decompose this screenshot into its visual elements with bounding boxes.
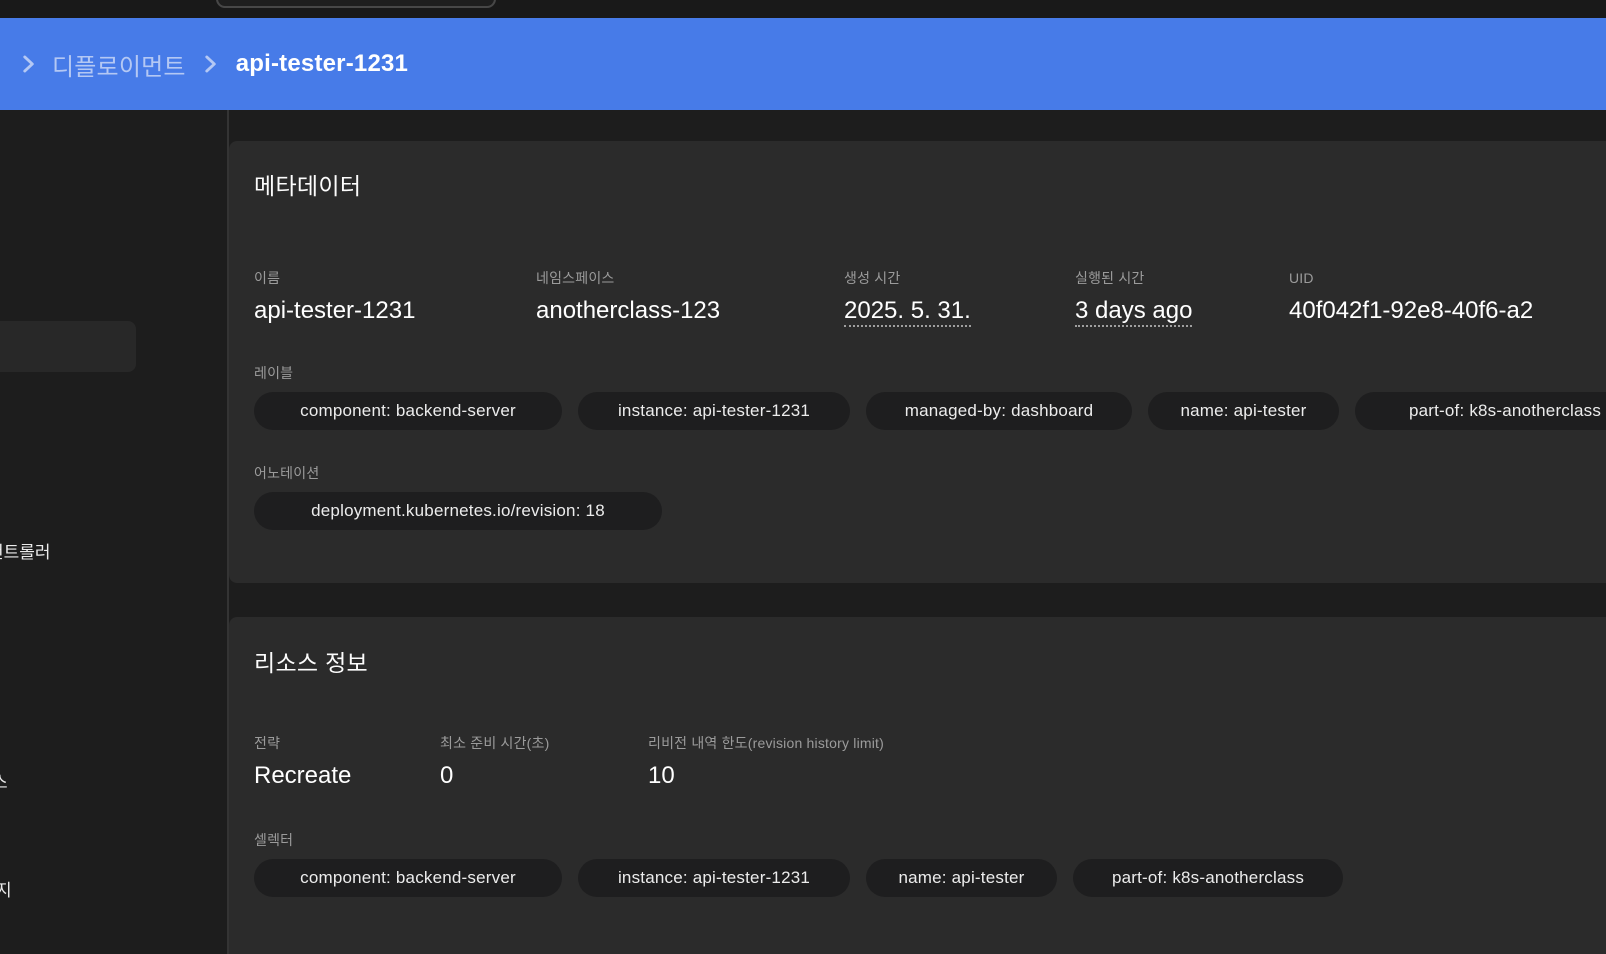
field-namespace: 네임스페이스 anotherclass-123 (536, 269, 844, 326)
resource-info-card: 리소스 정보 전략 Recreate 최소 준비 시간(초) 0 리비전 내역 … (229, 617, 1606, 954)
field-label: 생성 시간 (844, 270, 901, 286)
field-min-ready-seconds: 최소 준비 시간(초) 0 (440, 734, 648, 791)
label-chip: component: backend-server (254, 392, 562, 430)
field-value: 10 (648, 762, 675, 789)
field-creation-time: 생성 시간 2025. 5. 31. (844, 269, 1075, 327)
breadcrumb: 디플로이먼트 api-tester-1231 (0, 18, 1606, 110)
field-label: 전략 (254, 735, 281, 751)
label-chip: name: api-tester (1148, 392, 1339, 430)
selector-chip: component: backend-server (254, 859, 562, 897)
field-label: 리비전 내역 한도(revision history limit) (648, 735, 885, 751)
sidebar-item-storage[interactable]: 지 (0, 876, 12, 901)
top-toolbar-strip (0, 0, 1606, 18)
field-label: 최소 준비 시간(초) (440, 735, 550, 751)
annotation-chip: deployment.kubernetes.io/revision: 18 (254, 492, 662, 530)
field-label: 이름 (254, 270, 281, 286)
field-value: anotherclass-123 (536, 297, 721, 324)
selector-chip: part-of: k8s-anotherclass (1073, 859, 1343, 897)
field-value: 0 (440, 762, 454, 789)
selector-chip-row: component: backend-server instance: api-… (254, 859, 1606, 897)
search-input[interactable] (216, 0, 496, 8)
age-tooltip-value[interactable]: 3 days ago (1075, 297, 1193, 327)
field-strategy: 전략 Recreate (254, 734, 440, 791)
annotations-chip-row: deployment.kubernetes.io/revision: 18 (254, 492, 1606, 530)
chevron-right-icon (23, 55, 34, 73)
selector-chip: name: api-tester (866, 859, 1057, 897)
creation-time-tooltip-value[interactable]: 2025. 5. 31. (844, 297, 971, 327)
field-label: UID (1289, 270, 1314, 286)
field-label: 실행된 시간 (1075, 270, 1145, 286)
label-chip: managed-by: dashboard (866, 392, 1132, 430)
label-chip: part-of: k8s-anotherclass (1355, 392, 1606, 430)
label-chip: instance: api-tester-1231 (578, 392, 850, 430)
annotations-section-label: 어노테이션 (254, 465, 320, 481)
field-value: 40f042f1-92e8-40f6-a2 (1289, 297, 1534, 324)
selector-section-label: 셀렉터 (254, 832, 294, 848)
field-age: 실행된 시간 3 days ago (1075, 269, 1289, 327)
selector-chip: instance: api-tester-1231 (578, 859, 850, 897)
metadata-card-title: 메타데이터 (254, 173, 362, 199)
breadcrumb-link-deployments[interactable]: 디플로이먼트 (52, 47, 186, 82)
field-uid: UID 40f042f1-92e8-40f6-a2 (1289, 269, 1606, 326)
field-value: api-tester-1231 (254, 297, 416, 324)
sidebar-selected-item[interactable] (0, 321, 136, 372)
metadata-fields: 이름 api-tester-1231 네임스페이스 anotherclass-1… (254, 269, 1606, 327)
labels-section-label: 레이블 (254, 365, 294, 381)
metadata-card: 메타데이터 이름 api-tester-1231 네임스페이스 anotherc… (229, 141, 1606, 583)
resource-card-title: 리소스 정보 (254, 650, 368, 676)
field-name: 이름 api-tester-1231 (254, 269, 536, 326)
sidebar: 컨트롤러 스 지 (0, 110, 227, 954)
field-revision-history-limit: 리비전 내역 한도(revision history limit) 10 (648, 734, 1606, 791)
labels-chip-row: component: backend-server instance: api-… (254, 392, 1606, 430)
breadcrumb-current-page: api-tester-1231 (235, 50, 409, 77)
resource-fields: 전략 Recreate 최소 준비 시간(초) 0 리비전 내역 한도(revi… (254, 734, 1606, 791)
chevron-right-icon (205, 55, 216, 73)
sidebar-item-controller[interactable]: 컨트롤러 (0, 538, 51, 563)
field-value: Recreate (254, 762, 352, 789)
field-label: 네임스페이스 (536, 270, 615, 286)
sidebar-item-service[interactable]: 스 (0, 768, 8, 793)
